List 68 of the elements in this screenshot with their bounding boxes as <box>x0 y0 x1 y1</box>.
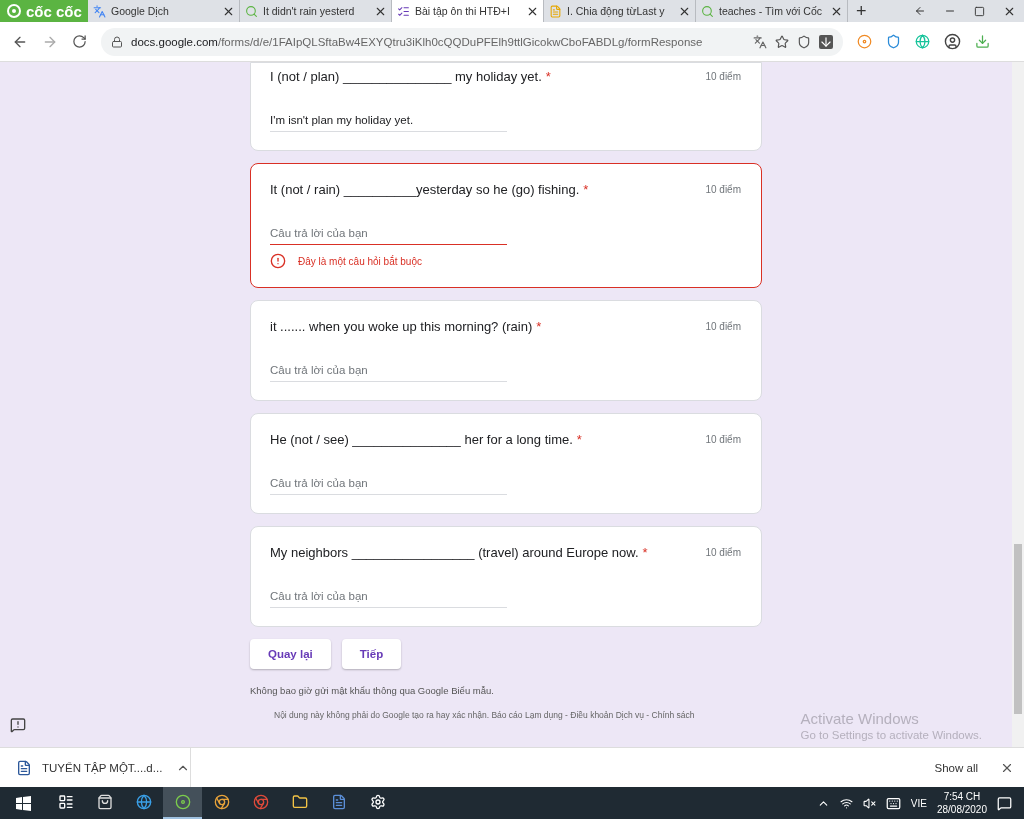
task-view-icon[interactable] <box>57 794 74 810</box>
reload-icon[interactable] <box>72 34 87 49</box>
document-icon[interactable] <box>330 794 347 810</box>
document-icon <box>16 759 32 776</box>
logo-icon <box>6 3 22 19</box>
keyboard-icon[interactable] <box>885 795 901 811</box>
browser-icon[interactable] <box>213 794 230 810</box>
question-text: He (not / see) _______________ her for a long time. * <box>270 432 582 447</box>
search-icon <box>701 4 714 18</box>
settings-icon[interactable] <box>369 794 386 810</box>
tab-title: It didn't rain yesterd <box>263 5 356 17</box>
tab-title: teaches - Tìm với Cốc <box>719 5 823 17</box>
question-text: It (not / rain) __________yesterday so he (go) fishing. * <box>270 182 589 197</box>
tab-title: I. Chia động từLast y <box>567 5 666 17</box>
points-label: 10 điểm <box>705 183 741 195</box>
clock-date[interactable]: 28/08/2020 <box>936 803 987 816</box>
search-icon <box>245 4 258 18</box>
download-filename: TUYỂN TẬP MỘT....d... <box>42 761 164 774</box>
scrollbar-thumb[interactable] <box>1014 544 1022 714</box>
nav-button[interactable]: Quay lại <box>250 639 331 669</box>
show-all-button[interactable]: Show all <box>928 760 984 775</box>
windows-logo-icon[interactable] <box>15 795 31 811</box>
browser-brand: cốc cốc <box>26 2 82 20</box>
browser-icon[interactable] <box>252 794 269 810</box>
clock-time[interactable]: 7:54 CH <box>943 790 981 803</box>
new-tab-button[interactable]: + <box>848 0 875 22</box>
profile-icon[interactable] <box>944 33 961 50</box>
folder-icon[interactable] <box>291 794 308 810</box>
answer-field[interactable]: Câu trả lời của bạn <box>270 223 507 245</box>
form-icon <box>397 4 410 18</box>
muted-speaker-icon[interactable] <box>862 796 876 810</box>
points-label: 10 điểm <box>705 546 741 558</box>
points-label: 10 điểm <box>705 433 741 445</box>
feedback-icon[interactable] <box>10 717 26 733</box>
tab-title: Google Dịch <box>111 5 170 17</box>
arrow-icon[interactable] <box>914 5 926 17</box>
question-text: I (not / plan) _______________ my holiday yet. * <box>270 69 551 84</box>
translate-icon <box>93 4 106 18</box>
points-label: 10 điểm <box>705 320 741 332</box>
page-icon <box>549 4 562 18</box>
points-label: 10 điểm <box>705 70 741 82</box>
star-icon[interactable] <box>775 34 789 49</box>
shopping-bag-icon[interactable] <box>96 794 113 810</box>
url-text: docs.google.com/forms/d/e/1FAIpQLSftaBw4EXYQtru3iKlh0cQQDuPFElh9ttlGicokwCboFABDLg/formResponse <box>131 35 704 48</box>
shield-icon[interactable] <box>797 34 811 49</box>
password-notice: Không bao giờ gửi mật khẩu thông qua Google Biểu mẫu. <box>250 685 495 696</box>
address-bar[interactable]: docs.google.com/forms/d/e/1FAIpQLSftaBw4EXYQtru3iKlh0cQQDuPFElh9ttlGicokwCboFABDLg/formResponse <box>101 27 843 56</box>
extension-icon[interactable] <box>886 34 901 49</box>
question-text: it ....... when you woke up this morning? (rain) * <box>270 319 542 334</box>
error-icon <box>270 253 286 269</box>
nav-button[interactable]: Tiếp <box>341 639 402 669</box>
error-message: Đây là một câu hỏi bắt buộc <box>298 255 422 267</box>
notification-icon[interactable] <box>997 795 1012 811</box>
browser-icon[interactable] <box>135 794 152 810</box>
translate-icon[interactable] <box>753 34 767 49</box>
maximize-icon[interactable] <box>974 5 985 17</box>
download-icon[interactable] <box>819 34 833 49</box>
language-indicator[interactable]: VIE <box>910 797 927 809</box>
answer-field[interactable]: I'm isn't plan my holiday yet. <box>270 110 507 132</box>
browser-icon[interactable] <box>174 794 191 810</box>
question-text: My neighbors _________________ (travel) around Europe now. * <box>270 545 648 560</box>
browser-tab[interactable]: Bài tập ôn thi HTĐ+I <box>392 0 544 22</box>
footer-text: Nội dung này không phải do Google tạo ra hay xác nhận. Báo cáo Lạm dụng - Điều khoản Dịch vụ - Chính sách <box>273 710 696 720</box>
network-icon[interactable] <box>839 796 853 810</box>
activation-title: Activate Windows <box>800 710 920 727</box>
tab-title: Bài tập ôn thi HTĐ+I <box>415 5 511 17</box>
scrollbar[interactable] <box>1012 62 1024 747</box>
lock-icon <box>111 35 123 48</box>
